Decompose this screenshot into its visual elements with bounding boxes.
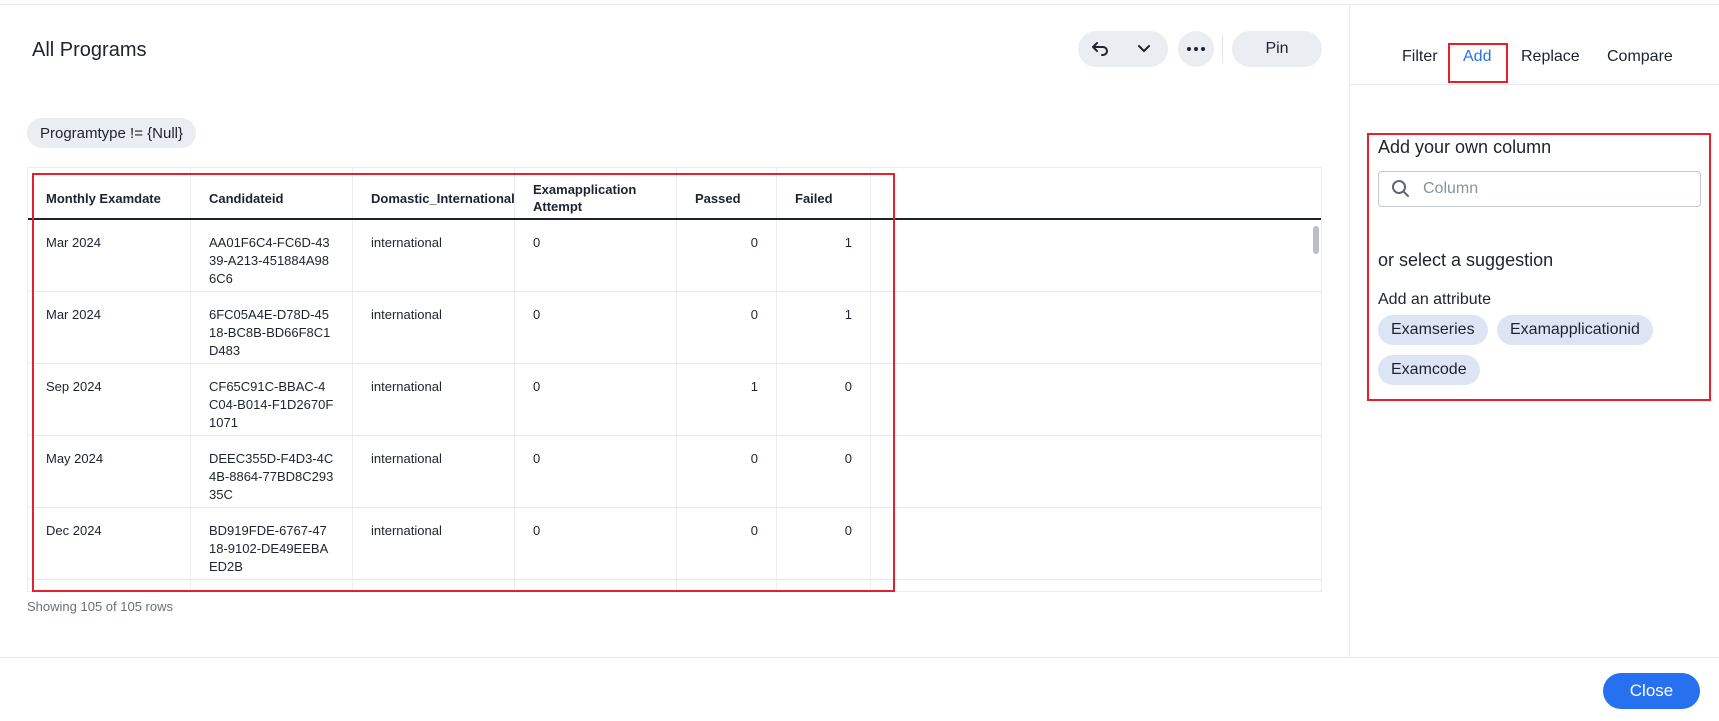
tab-add[interactable]: Add — [1463, 48, 1491, 66]
cell-empty — [871, 220, 1321, 291]
scroll-thumb[interactable] — [1313, 226, 1319, 254]
cell-candidateid: BD919FDE-6767-4718-9102-DE49EEBAED2B — [191, 508, 353, 579]
cell-passed: 0 — [677, 220, 777, 291]
tab-compare[interactable]: Compare — [1607, 48, 1673, 66]
side-panel: Filter Add Replace Compare Add your own … — [1349, 5, 1719, 657]
suggestion-chip-examcode[interactable]: Examcode — [1378, 355, 1480, 385]
suggestion-chip-examseries[interactable]: Examseries — [1378, 315, 1488, 345]
undo-group — [1078, 31, 1168, 67]
cell-candidateid: DEEC355D-F4D3-4C4B-8864-77BD8C29335C — [191, 436, 353, 507]
cell-empty — [871, 508, 1321, 579]
cell-failed: 0 — [777, 508, 871, 579]
toolbar-divider — [1222, 35, 1223, 63]
column-header-monthly-examdate[interactable]: Monthly Examdate — [28, 168, 191, 218]
main-panel: All Programs Pin Programtype != {Null} M… — [0, 5, 1349, 657]
page-title: All Programs — [32, 39, 147, 61]
cell-empty — [871, 292, 1321, 363]
close-button[interactable]: Close — [1603, 673, 1700, 709]
table-row: Sep 2024 CF65C91C-BBAC-4C04-B014-F1D2670… — [28, 364, 1321, 436]
cell-failed: 1 — [777, 292, 871, 363]
cell-type: international — [353, 436, 515, 507]
cell-passed: 0 — [677, 508, 777, 579]
column-header-passed[interactable]: Passed — [677, 168, 777, 218]
footer-divider — [0, 657, 1719, 658]
suggestion-chip-examapplicationid[interactable]: Examapplicationid — [1497, 315, 1653, 345]
cell-failed: 1 — [777, 220, 871, 291]
cell-date: Mar 2024 — [28, 220, 191, 291]
cell-candidateid: AA01F6C4-FC6D-4339-A213-451884A986C6 — [191, 220, 353, 291]
column-header-candidateid[interactable]: Candidateid — [191, 168, 353, 218]
cell-failed: 0 — [777, 364, 871, 435]
table-row: Dec 2024 BD919FDE-6767-4718-9102-DE49EEB… — [28, 508, 1321, 580]
table-header: Monthly Examdate Candidateid Domastic_In… — [28, 168, 1321, 220]
undo-arrow-icon — [1092, 42, 1108, 56]
chevron-down-icon — [1138, 45, 1150, 52]
suggestion-heading: or select a suggestion — [1378, 250, 1554, 270]
table-row — [28, 580, 1321, 591]
cell-type: international — [353, 292, 515, 363]
undo-dropdown-button[interactable] — [1122, 31, 1166, 67]
add-column-heading: Add your own column — [1378, 137, 1552, 157]
table-row: Mar 2024 6FC05A4E-D78D-4518-BC8B-BD66F8C… — [28, 292, 1321, 364]
cell-empty — [871, 364, 1321, 435]
cell-candidateid: CF65C91C-BBAC-4C04-B014-F1D2670F1071 — [191, 364, 353, 435]
cell-attempt: 0 — [515, 220, 677, 291]
cell-type: international — [353, 508, 515, 579]
table-body: Mar 2024 AA01F6C4-FC6D-4339-A213-451884A… — [28, 220, 1321, 591]
column-header-failed[interactable]: Failed — [777, 168, 871, 218]
more-horizontal-icon — [1187, 47, 1205, 51]
column-header-domastic-international[interactable]: Domastic_International — [353, 168, 515, 218]
more-options-button[interactable] — [1178, 31, 1214, 67]
tab-replace[interactable]: Replace — [1521, 48, 1580, 66]
column-search-input[interactable] — [1423, 180, 1683, 198]
cell-passed: 1 — [677, 364, 777, 435]
table-scrollbar[interactable] — [1312, 224, 1320, 591]
cell-attempt: 0 — [515, 436, 677, 507]
cell-date: Sep 2024 — [28, 364, 191, 435]
cell-passed: 0 — [677, 292, 777, 363]
search-icon — [1379, 179, 1423, 199]
row-count: Showing 105 of 105 rows — [27, 599, 173, 614]
table-row: May 2024 DEEC355D-F4D3-4C4B-8864-77BD8C2… — [28, 436, 1321, 508]
cell-attempt: 0 — [515, 292, 677, 363]
cell-empty — [871, 436, 1321, 507]
cell-date: May 2024 — [28, 436, 191, 507]
side-tabs: Filter Add Replace Compare — [1350, 5, 1719, 85]
cell-passed: 0 — [677, 436, 777, 507]
column-search-box[interactable] — [1378, 171, 1701, 207]
column-header-empty — [871, 168, 1321, 218]
cell-type: international — [353, 364, 515, 435]
pin-button[interactable]: Pin — [1232, 31, 1322, 67]
cell-date: Mar 2024 — [28, 292, 191, 363]
cell-failed: 0 — [777, 436, 871, 507]
column-header-examapplication-attempt[interactable]: Examapplication Attempt — [515, 168, 677, 218]
filter-chip[interactable]: Programtype != {Null} — [27, 118, 196, 148]
cell-attempt: 0 — [515, 364, 677, 435]
cell-date: Dec 2024 — [28, 508, 191, 579]
cell-candidateid: 6FC05A4E-D78D-4518-BC8B-BD66F8C1D483 — [191, 292, 353, 363]
data-table: Monthly Examdate Candidateid Domastic_In… — [27, 167, 1322, 592]
cell-attempt: 0 — [515, 508, 677, 579]
table-row: Mar 2024 AA01F6C4-FC6D-4339-A213-451884A… — [28, 220, 1321, 292]
attribute-label: Add an attribute — [1378, 291, 1491, 308]
cell-type: international — [353, 220, 515, 291]
tab-filter[interactable]: Filter — [1402, 48, 1438, 66]
undo-button[interactable] — [1078, 31, 1122, 67]
